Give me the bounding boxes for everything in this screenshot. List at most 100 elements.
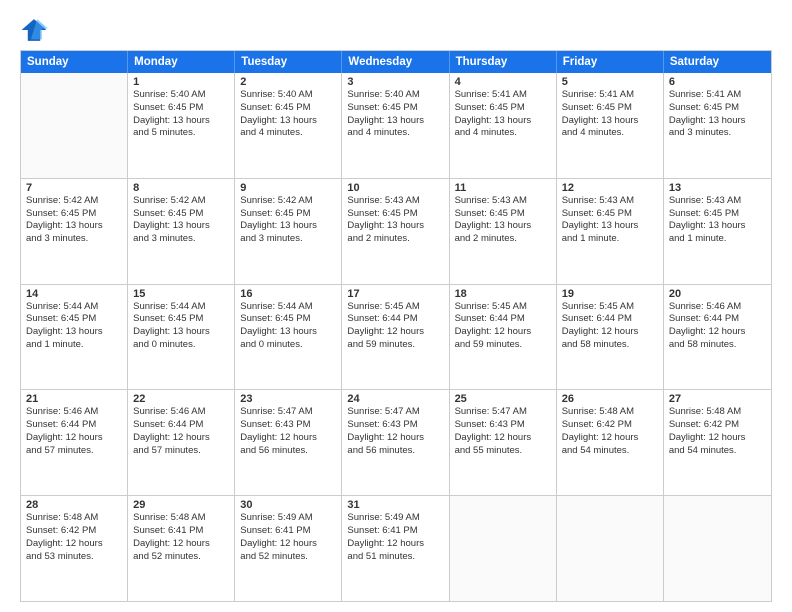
cell-line: Sunrise: 5:45 AM xyxy=(347,301,443,314)
calendar-cell: 22Sunrise: 5:46 AMSunset: 6:44 PMDayligh… xyxy=(128,390,235,495)
cell-line: Sunset: 6:45 PM xyxy=(240,208,336,221)
cell-line: Sunset: 6:44 PM xyxy=(26,419,122,432)
cell-line: Daylight: 12 hours xyxy=(562,432,658,445)
cell-line: and 52 minutes. xyxy=(240,551,336,564)
cell-line: Daylight: 12 hours xyxy=(347,432,443,445)
cell-line: Daylight: 12 hours xyxy=(455,432,551,445)
cell-line: Sunrise: 5:48 AM xyxy=(669,406,766,419)
calendar-cell xyxy=(557,496,664,601)
calendar-cell: 13Sunrise: 5:43 AMSunset: 6:45 PMDayligh… xyxy=(664,179,771,284)
cell-line: and 51 minutes. xyxy=(347,551,443,564)
cell-line: and 4 minutes. xyxy=(455,127,551,140)
calendar-header: SundayMondayTuesdayWednesdayThursdayFrid… xyxy=(21,51,771,73)
day-number: 11 xyxy=(455,182,551,194)
cell-line: and 5 minutes. xyxy=(133,127,229,140)
cell-line: Daylight: 13 hours xyxy=(669,115,766,128)
cell-line: Daylight: 12 hours xyxy=(240,432,336,445)
calendar-cell: 20Sunrise: 5:46 AMSunset: 6:44 PMDayligh… xyxy=(664,285,771,390)
calendar-cell: 30Sunrise: 5:49 AMSunset: 6:41 PMDayligh… xyxy=(235,496,342,601)
cell-line: and 1 minute. xyxy=(26,339,122,352)
calendar-cell: 21Sunrise: 5:46 AMSunset: 6:44 PMDayligh… xyxy=(21,390,128,495)
cell-line: Sunrise: 5:44 AM xyxy=(240,301,336,314)
cell-line: Sunrise: 5:42 AM xyxy=(133,195,229,208)
calendar-row: 14Sunrise: 5:44 AMSunset: 6:45 PMDayligh… xyxy=(21,285,771,391)
day-number: 10 xyxy=(347,182,443,194)
cell-line: and 1 minute. xyxy=(562,233,658,246)
cell-line: Sunset: 6:45 PM xyxy=(347,208,443,221)
cell-line: Daylight: 12 hours xyxy=(347,326,443,339)
cell-line: Sunrise: 5:47 AM xyxy=(347,406,443,419)
cell-line: Sunrise: 5:43 AM xyxy=(669,195,766,208)
cell-line: Sunset: 6:44 PM xyxy=(455,313,551,326)
calendar-cell: 11Sunrise: 5:43 AMSunset: 6:45 PMDayligh… xyxy=(450,179,557,284)
cell-line: Sunset: 6:45 PM xyxy=(133,102,229,115)
cell-line: and 58 minutes. xyxy=(669,339,766,352)
cell-line: Sunrise: 5:43 AM xyxy=(347,195,443,208)
cell-line: Sunrise: 5:43 AM xyxy=(562,195,658,208)
calendar-cell: 18Sunrise: 5:45 AMSunset: 6:44 PMDayligh… xyxy=(450,285,557,390)
cell-line: and 57 minutes. xyxy=(133,445,229,458)
cell-line: and 55 minutes. xyxy=(455,445,551,458)
cell-line: Sunset: 6:41 PM xyxy=(347,525,443,538)
calendar-cell xyxy=(664,496,771,601)
cell-line: Daylight: 12 hours xyxy=(669,326,766,339)
day-number: 2 xyxy=(240,76,336,88)
cell-line: Sunrise: 5:45 AM xyxy=(562,301,658,314)
cell-line: and 0 minutes. xyxy=(240,339,336,352)
cell-line: and 57 minutes. xyxy=(26,445,122,458)
cell-line: and 58 minutes. xyxy=(562,339,658,352)
cell-line: Daylight: 12 hours xyxy=(347,538,443,551)
day-number: 15 xyxy=(133,288,229,300)
calendar-cell: 17Sunrise: 5:45 AMSunset: 6:44 PMDayligh… xyxy=(342,285,449,390)
day-header: Monday xyxy=(128,51,235,73)
page: SundayMondayTuesdayWednesdayThursdayFrid… xyxy=(0,0,792,612)
cell-line: Sunset: 6:44 PM xyxy=(133,419,229,432)
cell-line: Sunset: 6:45 PM xyxy=(562,102,658,115)
cell-line: Daylight: 13 hours xyxy=(562,115,658,128)
cell-line: and 54 minutes. xyxy=(562,445,658,458)
calendar-cell: 1Sunrise: 5:40 AMSunset: 6:45 PMDaylight… xyxy=(128,73,235,178)
day-number: 9 xyxy=(240,182,336,194)
cell-line: Sunrise: 5:47 AM xyxy=(455,406,551,419)
cell-line: Sunrise: 5:41 AM xyxy=(562,89,658,102)
cell-line: Daylight: 13 hours xyxy=(455,220,551,233)
cell-line: Sunset: 6:45 PM xyxy=(669,102,766,115)
day-number: 7 xyxy=(26,182,122,194)
calendar-cell: 19Sunrise: 5:45 AMSunset: 6:44 PMDayligh… xyxy=(557,285,664,390)
cell-line: Sunset: 6:45 PM xyxy=(26,313,122,326)
day-number: 3 xyxy=(347,76,443,88)
day-number: 29 xyxy=(133,499,229,511)
day-number: 26 xyxy=(562,393,658,405)
calendar-row: 28Sunrise: 5:48 AMSunset: 6:42 PMDayligh… xyxy=(21,496,771,601)
cell-line: and 2 minutes. xyxy=(455,233,551,246)
calendar-cell: 2Sunrise: 5:40 AMSunset: 6:45 PMDaylight… xyxy=(235,73,342,178)
cell-line: Daylight: 13 hours xyxy=(240,115,336,128)
day-number: 8 xyxy=(133,182,229,194)
cell-line: Daylight: 13 hours xyxy=(562,220,658,233)
cell-line: Sunrise: 5:41 AM xyxy=(669,89,766,102)
calendar-cell: 9Sunrise: 5:42 AMSunset: 6:45 PMDaylight… xyxy=(235,179,342,284)
day-number: 31 xyxy=(347,499,443,511)
cell-line: Daylight: 12 hours xyxy=(133,432,229,445)
cell-line: Sunrise: 5:41 AM xyxy=(455,89,551,102)
cell-line: Sunrise: 5:44 AM xyxy=(133,301,229,314)
calendar-row: 1Sunrise: 5:40 AMSunset: 6:45 PMDaylight… xyxy=(21,73,771,179)
cell-line: Sunrise: 5:42 AM xyxy=(26,195,122,208)
cell-line: and 53 minutes. xyxy=(26,551,122,564)
cell-line: Sunrise: 5:40 AM xyxy=(240,89,336,102)
calendar-cell: 15Sunrise: 5:44 AMSunset: 6:45 PMDayligh… xyxy=(128,285,235,390)
cell-line: Sunrise: 5:44 AM xyxy=(26,301,122,314)
cell-line: Sunset: 6:45 PM xyxy=(562,208,658,221)
calendar-cell: 7Sunrise: 5:42 AMSunset: 6:45 PMDaylight… xyxy=(21,179,128,284)
cell-line: Sunrise: 5:48 AM xyxy=(26,512,122,525)
cell-line: Sunrise: 5:46 AM xyxy=(669,301,766,314)
cell-line: Sunset: 6:44 PM xyxy=(347,313,443,326)
cell-line: Daylight: 13 hours xyxy=(240,326,336,339)
calendar-cell xyxy=(450,496,557,601)
cell-line: Sunrise: 5:47 AM xyxy=(240,406,336,419)
cell-line: Sunset: 6:42 PM xyxy=(26,525,122,538)
calendar-cell: 23Sunrise: 5:47 AMSunset: 6:43 PMDayligh… xyxy=(235,390,342,495)
cell-line: Sunset: 6:45 PM xyxy=(669,208,766,221)
cell-line: and 54 minutes. xyxy=(669,445,766,458)
cell-line: Sunrise: 5:45 AM xyxy=(455,301,551,314)
